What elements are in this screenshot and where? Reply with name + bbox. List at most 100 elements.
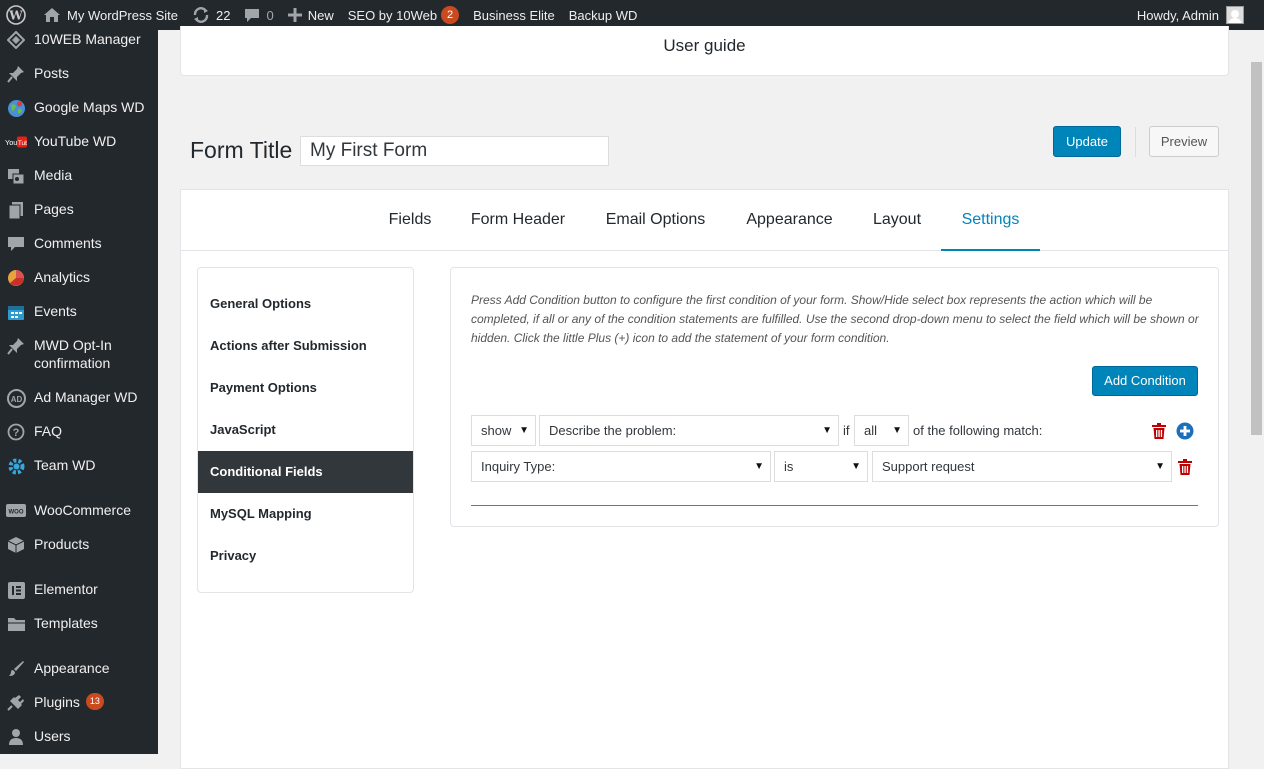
sidebar-item-label: Events [34, 303, 77, 319]
comment-bubble-icon [244, 7, 260, 23]
sidebar-item-label: Analytics [34, 269, 91, 285]
update-button[interactable]: Update [1053, 126, 1121, 157]
form-title-input[interactable]: My First Form [300, 136, 609, 166]
field-select-value: Describe the problem: [549, 423, 677, 438]
settings-nav-actions-after-submission[interactable]: Actions after Submission [198, 325, 413, 367]
chevron-down-icon: ▼ [851, 461, 861, 472]
tab-fields[interactable]: Fields [379, 190, 441, 251]
settings-nav-privacy[interactable]: Privacy [198, 535, 413, 577]
site-name: My WordPress Site [67, 7, 179, 23]
wordpress-logo-icon[interactable]: W [0, 0, 36, 30]
sidebar-item-label: Plugins [34, 694, 80, 710]
globe-icon [5, 98, 27, 118]
sidebar-item-label: 10WEB Manager [34, 31, 141, 47]
site-name-link[interactable]: My WordPress Site [36, 0, 185, 30]
tenweb-icon [5, 30, 27, 50]
tab-layout[interactable]: Layout [863, 190, 931, 251]
sidebar-item-woocommerce[interactable]: WOO WooCommerce [0, 501, 158, 521]
tab-settings[interactable]: Settings [941, 190, 1040, 251]
sidebar-item-pages[interactable]: Pages [0, 200, 158, 220]
svg-text:You: You [5, 138, 17, 147]
match-text: of the following match: [913, 423, 1043, 438]
tab-appearance[interactable]: Appearance [736, 190, 843, 251]
action-select[interactable]: show ▼ [471, 415, 536, 446]
youtube-icon: YouTube [5, 132, 27, 152]
seo-label: SEO by 10Web [347, 7, 438, 23]
elementor-icon [5, 580, 27, 600]
tab-email-options[interactable]: Email Options [595, 190, 716, 251]
brush-icon [5, 659, 27, 679]
svg-text:?: ? [13, 427, 20, 439]
plugins-update-badge: 13 [85, 693, 104, 710]
question-icon: ? [5, 422, 27, 442]
media-icon [5, 166, 27, 186]
sidebar-item-users[interactable]: Users [0, 727, 158, 747]
page-scrollbar[interactable] [1249, 30, 1264, 754]
settings-nav-javascript[interactable]: JavaScript [198, 409, 413, 451]
preview-button[interactable]: Preview [1149, 126, 1219, 157]
calendar-icon [5, 302, 27, 322]
settings-nav-conditional-fields[interactable]: Conditional Fields [198, 451, 413, 493]
sidebar-item-label: Appearance [34, 660, 110, 676]
match-select[interactable]: all ▼ [854, 415, 909, 446]
settings-nav: General Options Actions after Submission… [197, 267, 414, 593]
sidebar-item-mwd-opt-in[interactable]: MWD Opt-In confirmation [0, 336, 158, 372]
field-select[interactable]: Describe the problem: ▼ [539, 415, 839, 446]
sidebar-item-label: Users [34, 728, 71, 744]
conditional-description: Press Add Condition button to configure … [471, 293, 1199, 345]
sidebar-item-faq[interactable]: ? FAQ [0, 422, 158, 442]
settings-nav-mysql-mapping[interactable]: MySQL Mapping [198, 493, 413, 535]
sidebar-item-team-wd[interactable]: Team WD [0, 456, 158, 476]
tab-form-header[interactable]: Form Header [461, 190, 575, 251]
sidebar-item-label: Google Maps WD [34, 99, 145, 115]
sidebar-item-google-maps[interactable]: Google Maps WD [0, 98, 158, 118]
add-statement-plus-icon[interactable] [1176, 422, 1194, 445]
sidebar-item-events[interactable]: Events [0, 302, 158, 322]
statement-field-select[interactable]: Inquiry Type: ▼ [471, 451, 771, 482]
sidebar-item-10web-manager[interactable]: 10WEB Manager [0, 30, 158, 50]
sidebar-item-comments[interactable]: Comments [0, 234, 158, 254]
ad-icon: AD [5, 388, 27, 408]
form-title-label: Form Title [190, 137, 293, 163]
button-divider [1135, 127, 1136, 157]
sidebar-item-label: Media [34, 167, 73, 183]
avatar [1226, 6, 1244, 24]
user-guide-link[interactable]: User guide [663, 36, 745, 55]
sidebar-item-label: Ad Manager WD [34, 389, 138, 405]
sidebar-item-label: YouTube WD [34, 133, 117, 149]
updates-icon [192, 6, 210, 24]
sidebar-item-posts[interactable]: Posts [0, 64, 158, 84]
settings-nav-general-options[interactable]: General Options [198, 283, 413, 325]
pin-icon [5, 64, 27, 84]
svg-text:AD: AD [10, 395, 22, 404]
user-guide-box[interactable]: User guide [180, 26, 1229, 76]
delete-condition-icon[interactable] [1152, 423, 1166, 444]
scrollbar-thumb[interactable] [1251, 62, 1262, 435]
sidebar-item-elementor[interactable]: Elementor [0, 580, 158, 600]
sidebar-item-ad-manager[interactable]: AD Ad Manager WD [0, 388, 158, 408]
chevron-down-icon: ▼ [519, 425, 529, 436]
statement-value-select[interactable]: Support request ▼ [872, 451, 1172, 482]
account-menu[interactable]: Howdy, Admin [1137, 6, 1264, 24]
sidebar-item-label: Comments [34, 235, 102, 251]
chevron-down-icon: ▼ [1155, 461, 1165, 472]
sidebar-item-plugins[interactable]: Plugins 13 [0, 693, 158, 713]
add-condition-button[interactable]: Add Condition [1092, 366, 1198, 396]
sidebar-item-templates[interactable]: Templates [0, 614, 158, 634]
updates-count: 22 [216, 7, 231, 23]
settings-nav-payment-options[interactable]: Payment Options [198, 367, 413, 409]
chevron-down-icon: ▼ [822, 425, 832, 436]
delete-statement-icon[interactable] [1178, 459, 1192, 480]
backup-wd-label: Backup WD [568, 7, 638, 23]
sidebar-item-youtube[interactable]: YouTube YouTube WD [0, 132, 158, 152]
seo-badge: 2 [441, 6, 460, 24]
analytics-icon [5, 268, 27, 288]
sidebar-item-appearance[interactable]: Appearance [0, 659, 158, 679]
admin-sidebar: 10WEB Manager Posts Google Maps WD You Tu… [0, 30, 158, 754]
sidebar-item-analytics[interactable]: Analytics [0, 268, 158, 288]
form-editor-panel: Fields Form Header Email Options Appeara… [180, 189, 1229, 769]
sidebar-item-media[interactable]: Media [0, 166, 158, 186]
statement-operator-select[interactable]: is ▼ [774, 451, 868, 482]
business-elite-label: Business Elite [473, 7, 555, 23]
sidebar-item-products[interactable]: Products [0, 535, 158, 555]
